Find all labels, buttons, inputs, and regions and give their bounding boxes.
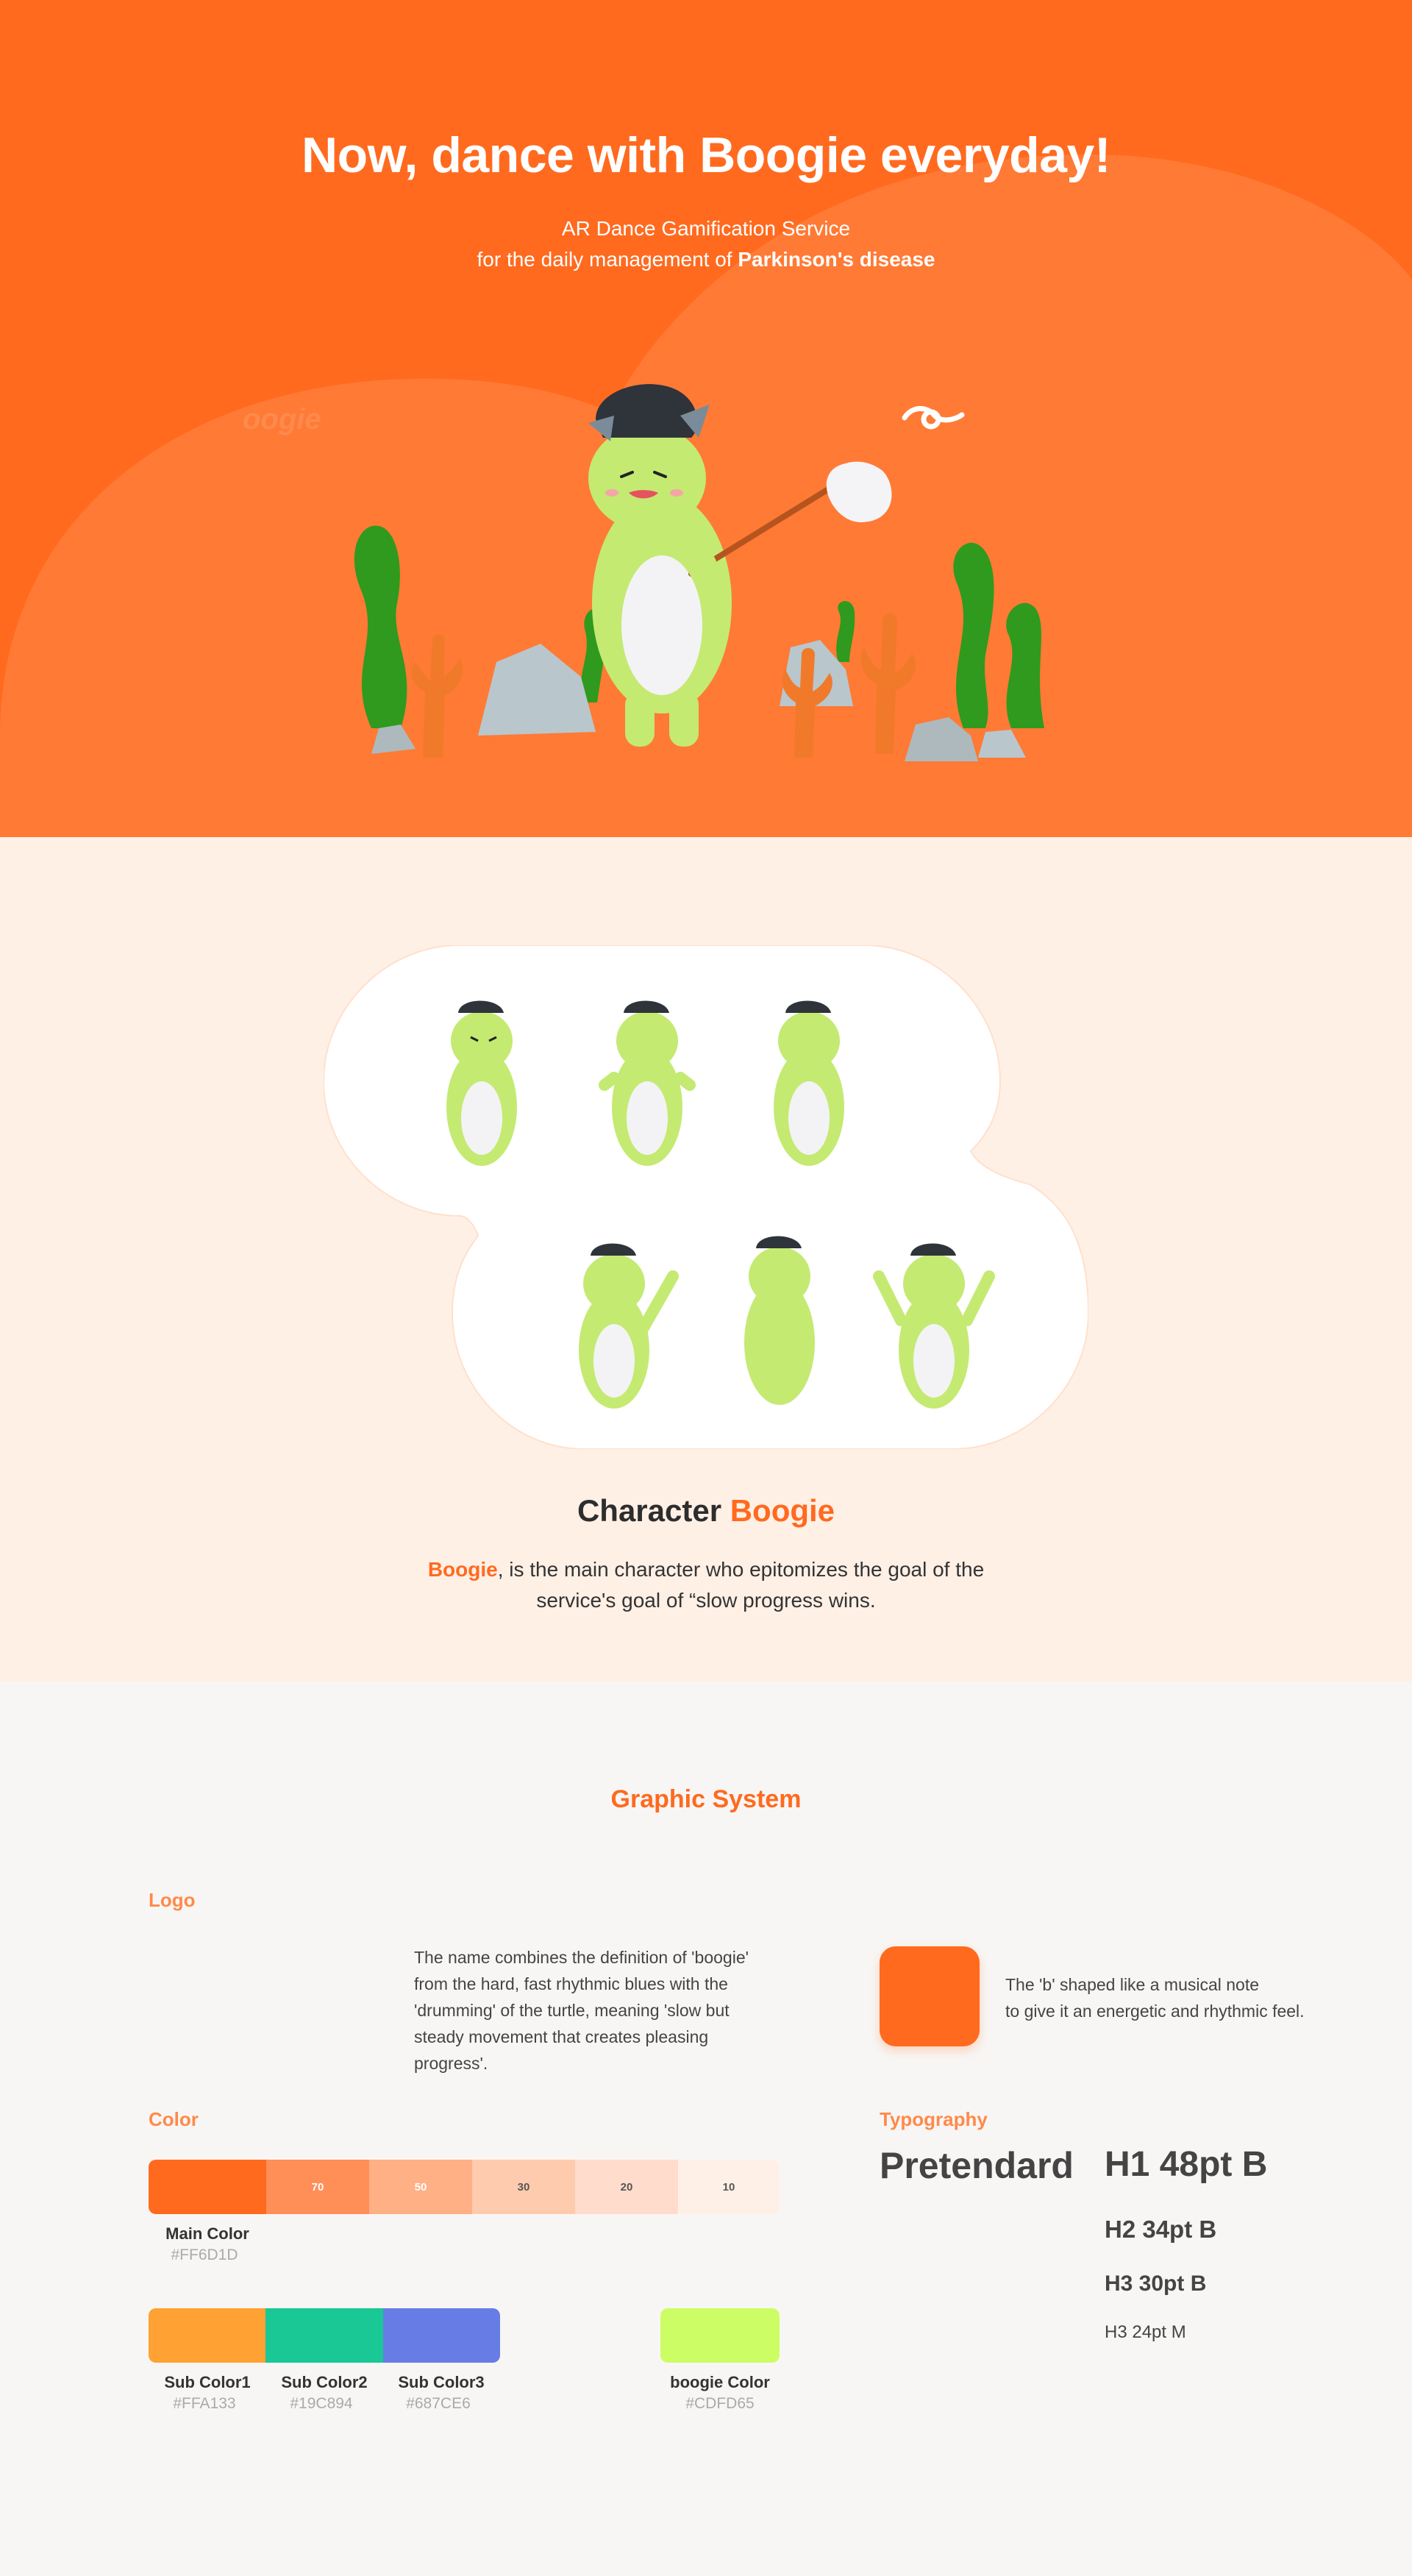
character-title-accent: Boogie [730,1493,835,1528]
typography-h2: H2 34pt B [1105,2216,1217,2243]
boogie-color-hex: #CDFD65 [685,2395,755,2412]
sub-color2-hex: #19C894 [290,2395,353,2412]
sub-color3-name: Sub Color3 [398,2373,485,2391]
rock-left [478,644,596,736]
typography-h3-medium: H3 24pt M [1105,2322,1186,2342]
character-desc-accent: Boogie [427,1558,498,1581]
logo-label: Logo [149,1889,196,1911]
main-color-hex: #FF6D1D [171,2246,238,2263]
tint-70: 70 [266,2160,369,2214]
app-icon-description: The 'b' shaped like a musical note to gi… [1005,1971,1388,2024]
hero-subtitle-prefix: for the daily management of [477,248,738,271]
pose-walking-icon [744,1236,815,1405]
typography-h1: H1 48pt B [1105,2145,1268,2184]
hero-illustration [354,384,1044,761]
hero-subtitle: AR Dance Gamification Service for the da… [0,213,1412,275]
pose-grumpy-icon [446,1000,517,1166]
graphic-system-title: Graphic System [610,1785,802,1813]
tint-50: 50 [369,2160,472,2214]
app-icon-desc-line1: The 'b' shaped like a musical note [1005,1975,1260,1994]
seaweed-right [953,542,994,728]
tint-100 [149,2160,266,2214]
seaweed-far-right [1006,602,1044,728]
rock-far-right [978,730,1026,758]
sub-color1-hex: #FFA133 [173,2395,236,2412]
typography-font-name: Pretendard [880,2145,1074,2186]
character-title-prefix: Character [577,1493,730,1528]
hero-subtitle-line1: AR Dance Gamification Service [561,217,851,240]
tint-30: 30 [472,2160,575,2214]
seaweed-left [354,525,407,728]
character-desc-rest: , is the main character who epitomizes t… [497,1558,985,1612]
sub-color2-name: Sub Color2 [281,2373,368,2391]
main-color-tint-bar: 70 50 30 20 10 [149,2160,780,2214]
rock-small-left [371,725,416,754]
sub-color-bar [149,2308,500,2363]
hero-subtitle-line2: for the daily management of Parkinson's … [0,244,1412,275]
sub-color2-swatch [265,2308,383,2363]
hero-subtitle-bold: Parkinson's disease [738,248,935,271]
logo-watermark: oogie [243,403,321,435]
sub-color1-name: Sub Color1 [164,2373,251,2391]
logo-description: The name combines the definition of 'boo… [414,1948,749,2073]
pose-thinking-icon [774,1000,844,1166]
app-icon-desc-line2: to give it an energetic and rhythmic fee… [1005,2002,1305,2021]
b-logo-icon [902,406,965,430]
character-description: Boogie, is the main character who epitom… [412,1554,1000,1616]
color-label: Color [149,2108,199,2130]
tint-20: 20 [575,2160,678,2214]
sub-color1-swatch [149,2308,266,2363]
seaweed-small-right [836,601,855,662]
boogie-color-name: boogie Color [670,2373,770,2391]
tint-10: 10 [678,2160,780,2214]
hero-title: Now, dance with Boogie everyday! [302,127,1110,183]
character-title: Character Boogie [0,1493,1412,1529]
main-color-name: Main Color [165,2224,249,2243]
coral-left [411,634,463,758]
typography-h3-bold: H3 30pt B [1105,2271,1207,2296]
app-icon [880,1946,980,2046]
sub-color3-hex: #687CE6 [406,2395,471,2412]
coral-right [860,613,916,754]
boogie-color-swatch [660,2308,780,2363]
hero-section: oogie Now, dance with Boogie everyday! A… [0,0,1412,837]
typography-label: Typography [880,2108,988,2130]
sub-color3-swatch [382,2308,500,2363]
character-poses-card [324,945,1088,1449]
